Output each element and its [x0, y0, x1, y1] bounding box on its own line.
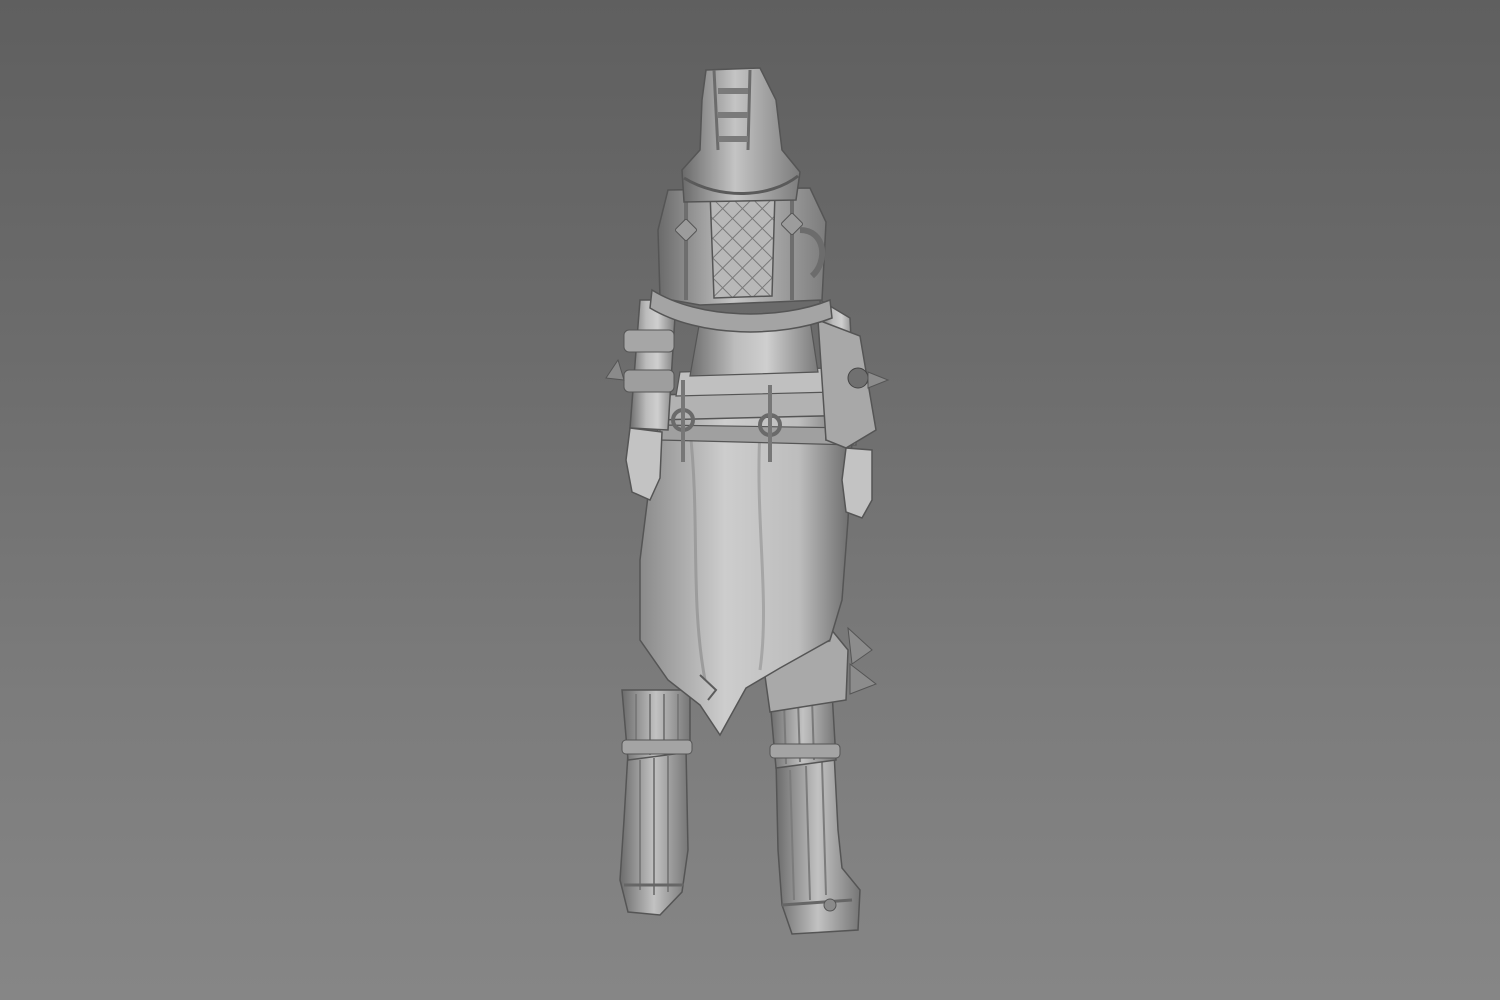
left-greave: [621, 689, 693, 761]
3d-viewport[interactable]: [0, 0, 1500, 1000]
right-boot: [775, 751, 861, 935]
character-sculpt: [605, 67, 890, 935]
left-boot: [619, 747, 689, 916]
hood: [681, 67, 801, 203]
jacket: [657, 187, 827, 306]
